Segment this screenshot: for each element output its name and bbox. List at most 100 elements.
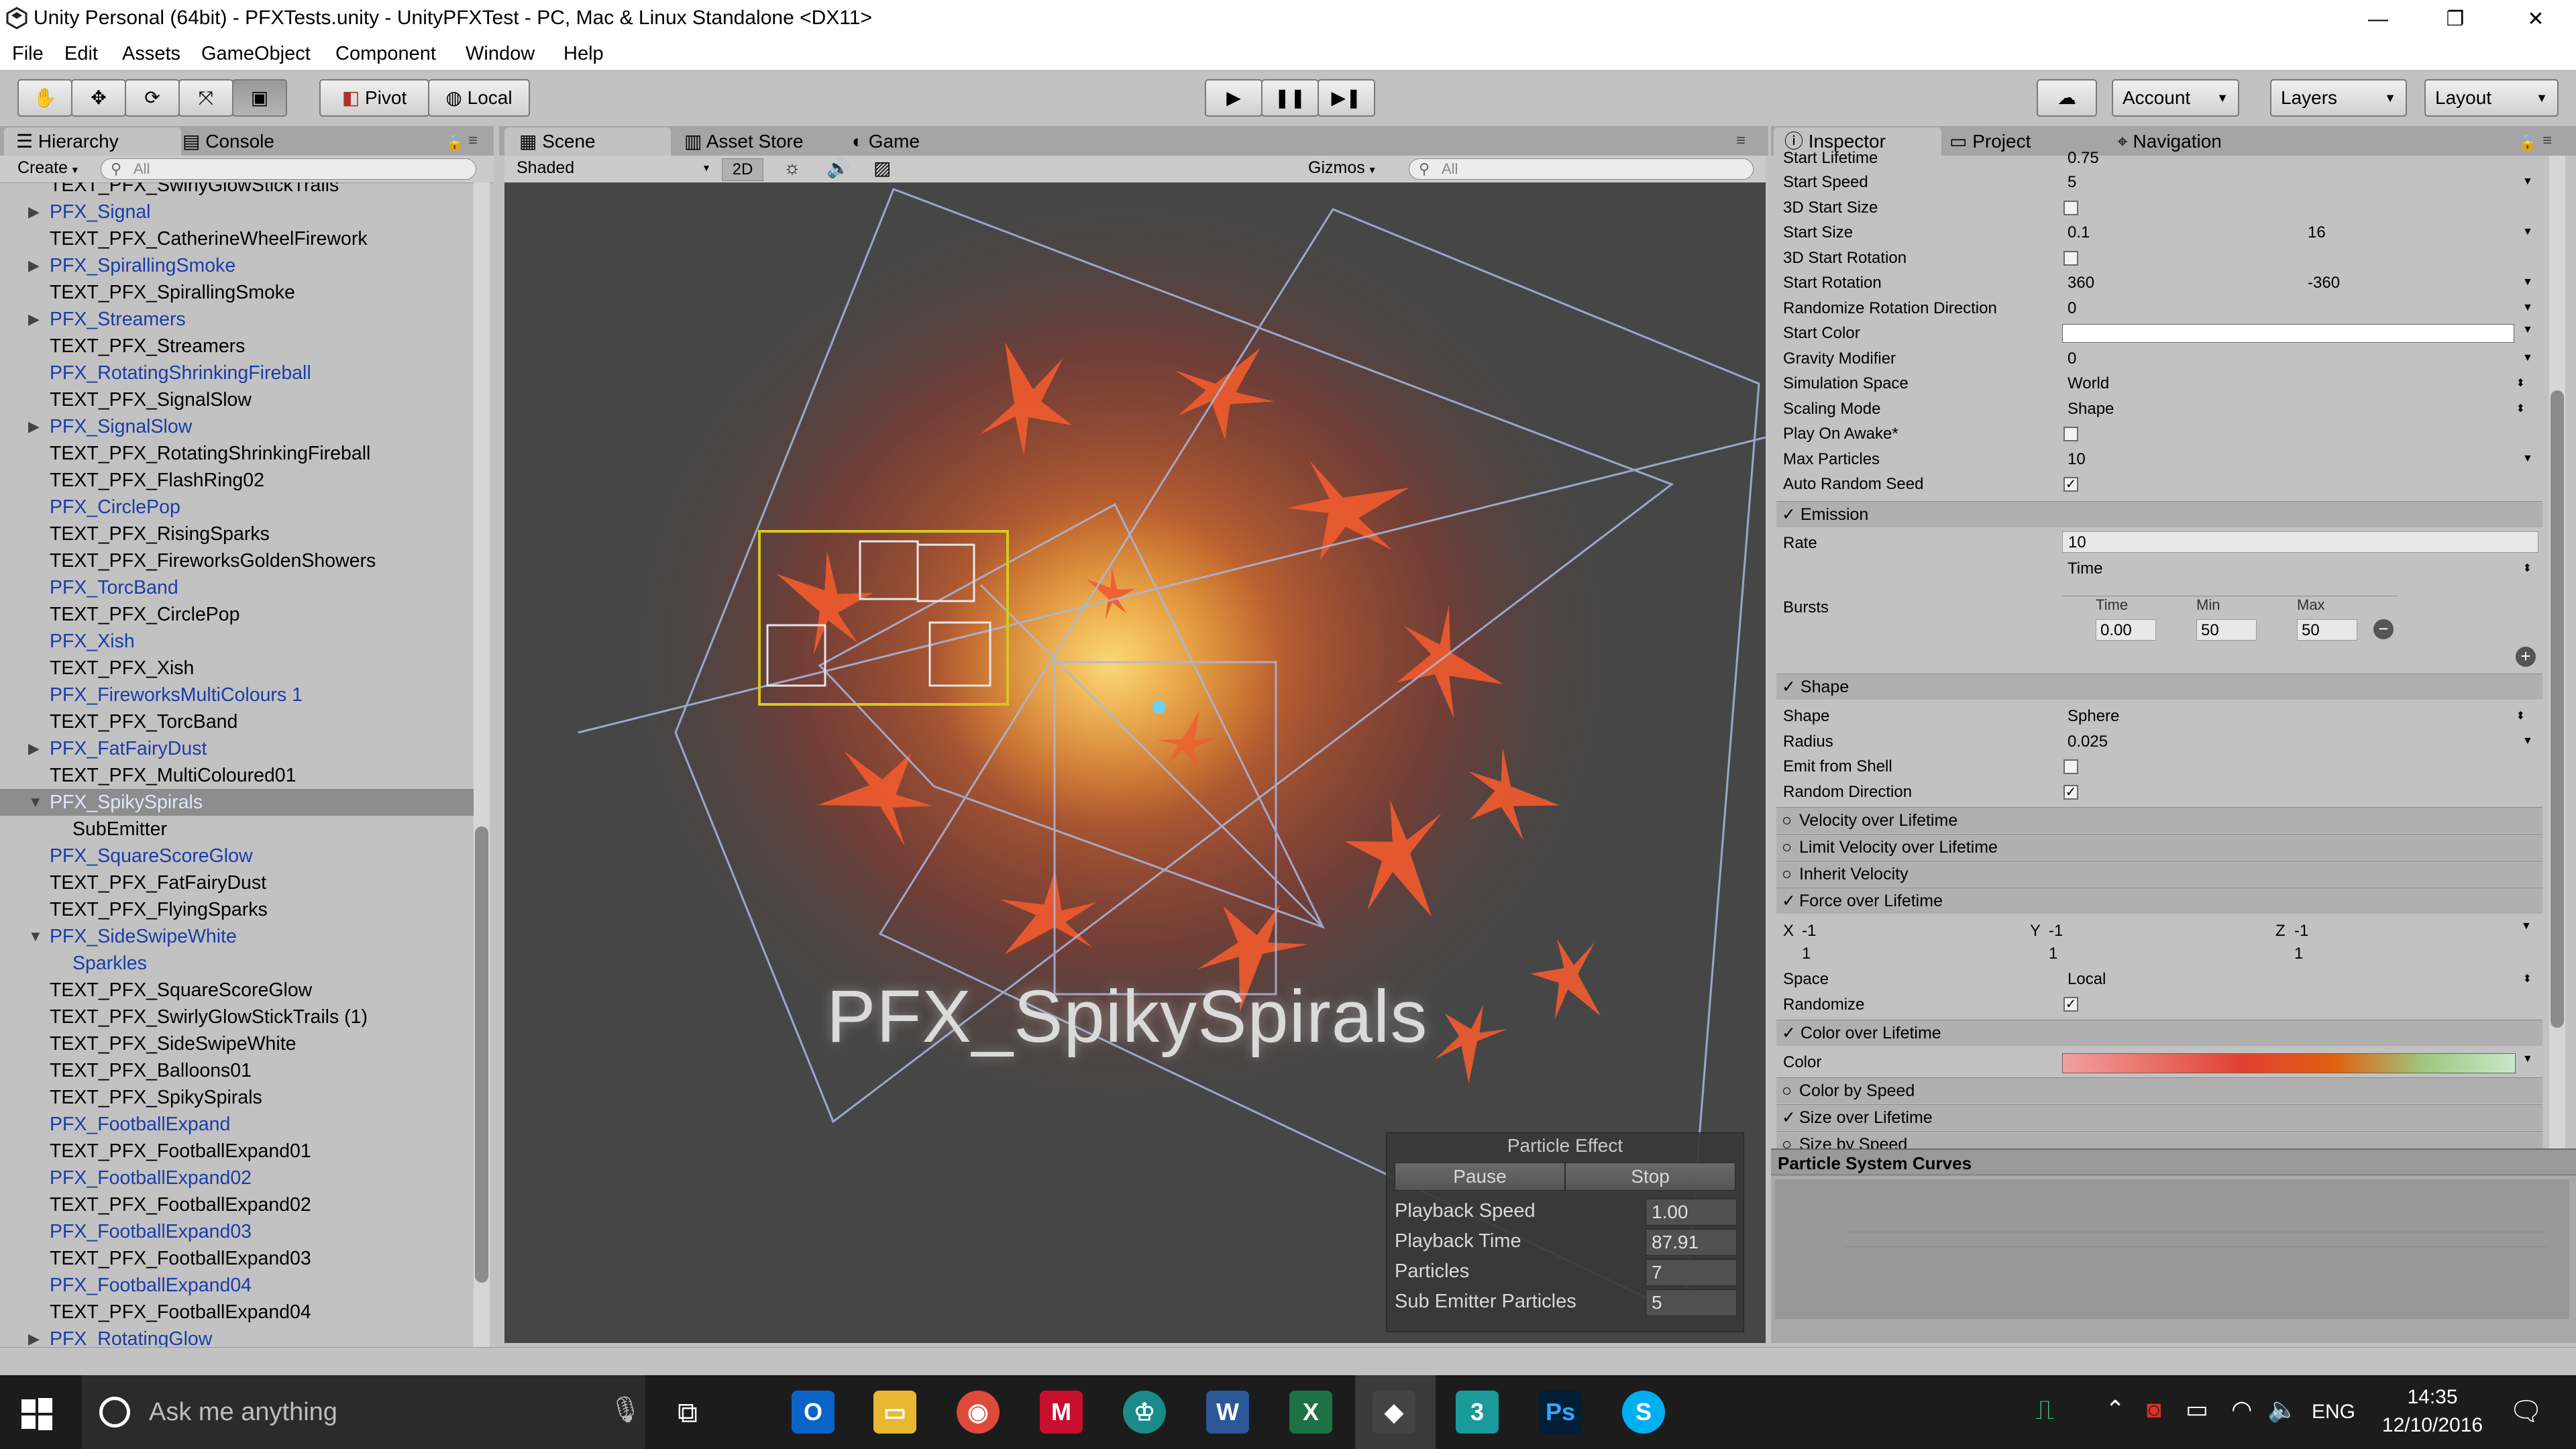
tree-item[interactable]: TEXT_PFX_Balloons01	[0, 1057, 474, 1084]
create-dropdown[interactable]: Create ▼	[17, 158, 80, 178]
tree-item[interactable]: Sparkles	[0, 950, 474, 977]
chrome-icon[interactable]: ◉	[957, 1391, 1000, 1434]
tree-item[interactable]: TEXT_PFX_FlyingSparks	[0, 896, 474, 923]
collapse-arrow-icon[interactable]: ▶	[28, 199, 40, 225]
inspector-scrollbar[interactable]	[2549, 156, 2565, 1148]
tree-item[interactable]: TEXT_PFX_SquareScoreGlow	[0, 977, 474, 1004]
tree-item[interactable]: ▶ PFX_FatFairyDust	[0, 735, 474, 762]
audio-toggle-icon[interactable]: 🔊	[826, 157, 850, 179]
tree-item[interactable]: ▶ PFX_Signal	[0, 199, 474, 225]
excel-icon[interactable]: X	[1289, 1391, 1332, 1434]
task-view-icon[interactable]: ⧉	[678, 1397, 698, 1430]
tree-item[interactable]: PFX_TorcBand	[0, 574, 474, 601]
restore-button[interactable]: ❐	[2418, 0, 2492, 39]
tree-item[interactable]: PFX_Xish	[0, 628, 474, 655]
tree-item[interactable]: TEXT_PFX_MultiColoured01	[0, 762, 474, 789]
add-burst-icon[interactable]: +	[2516, 647, 2536, 667]
force-z-min[interactable]: -1	[2294, 920, 2308, 942]
collapse-arrow-icon[interactable]: ▶	[28, 306, 40, 333]
file-explorer-icon[interactable]: ▭	[873, 1391, 916, 1434]
expand-arrow-icon[interactable]: ▼	[28, 923, 43, 950]
outlook-icon[interactable]: O	[792, 1391, 835, 1434]
tree-item[interactable]: PFX_CirclePop	[0, 494, 474, 521]
effect-row-value[interactable]: 1.00	[1646, 1199, 1737, 1226]
pause-effect-button[interactable]: Pause	[1395, 1163, 1565, 1191]
tree-item[interactable]: TEXT_PFX_SpirallingSmoke	[0, 279, 474, 306]
randomize-checkbox[interactable]: ✓	[2063, 997, 2078, 1012]
stop-effect-button[interactable]: Stop	[1565, 1163, 1735, 1191]
hierarchy-scrollbar[interactable]	[474, 182, 490, 1347]
tree-item[interactable]: TEXT_PFX_SpikySpirals	[0, 1084, 474, 1111]
menu-edit[interactable]: Edit	[64, 43, 98, 65]
burst-time-field[interactable]: 0.00	[2096, 619, 2156, 641]
clock-date[interactable]: 12/10/2016	[2365, 1414, 2500, 1437]
module-header[interactable]: ○ Color by Speed	[1776, 1077, 2542, 1104]
layers-dropdown[interactable]: Layers ▼	[2270, 79, 2407, 117]
dropdown-arrow-icon[interactable]: ▼	[2522, 735, 2533, 747]
prop-value-field[interactable]: Sphere ⬍	[2068, 706, 2530, 727]
tab-game[interactable]: ◐ Game	[852, 127, 986, 156]
effect-row-value[interactable]: 5	[1646, 1289, 1737, 1316]
module-header[interactable]: ○ Inherit Velocity	[1776, 861, 2542, 887]
2d-toggle[interactable]: 2D	[722, 158, 763, 181]
tree-item[interactable]: TEXT_PFX_CirclePop	[0, 601, 474, 628]
tree-item[interactable]: PFX_FootballExpand04	[0, 1272, 474, 1299]
module-header-shape[interactable]: ✓ Shape	[1776, 674, 2542, 700]
rate-mode-dropdown[interactable]: Time ⬍	[2068, 558, 2537, 580]
effect-row-value[interactable]: 87.91	[1646, 1229, 1737, 1256]
force-space-dropdown[interactable]: Local ⬍	[2068, 969, 2537, 990]
menu-file[interactable]: File	[12, 43, 44, 65]
tree-item[interactable]: TEXT_PFX_SwirlyGlowStickTrails (1)	[0, 1004, 474, 1030]
tree-item[interactable]: TEXT_PFX_SignalSlow	[0, 386, 474, 413]
scrollbar-thumb[interactable]	[2551, 390, 2564, 1028]
expand-arrow-icon[interactable]: ▼	[28, 789, 43, 816]
particle-pivot-handle[interactable]	[1152, 700, 1166, 714]
play-button[interactable]: ▶	[1205, 79, 1263, 117]
action-center-icon[interactable]: 🗨	[2509, 1395, 2543, 1427]
menu-assets[interactable]: Assets	[122, 43, 180, 65]
language-indicator[interactable]: ENG	[2312, 1401, 2355, 1424]
tree-item[interactable]: TEXT_PFX_CatherineWheelFirework	[0, 225, 474, 252]
module-header[interactable]: ✓ Force over Lifetime	[1776, 888, 2542, 914]
prop-value-field-2[interactable]: 16	[2308, 222, 2509, 244]
tree-item[interactable]: ▶ PFX_SignalSlow	[0, 413, 474, 440]
effects-toggle-icon[interactable]: ▨	[873, 157, 891, 179]
dropdown-arrow-icon[interactable]: ▼	[2522, 1053, 2533, 1065]
prop-value-field-2[interactable]: -360	[2308, 272, 2509, 294]
prop-value-field[interactable]: 0	[2068, 348, 2530, 370]
tree-item[interactable]: TEXT_PFX_FootballExpand03	[0, 1245, 474, 1272]
tree-item[interactable]: ▼ PFX_SideSwipeWhite	[0, 923, 474, 950]
module-header[interactable]: ○ Velocity over Lifetime	[1776, 807, 2542, 833]
tree-item[interactable]: TEXT_PFX_SideSwipeWhite	[0, 1030, 474, 1057]
panel-menu-icon[interactable]: ≡	[468, 131, 478, 150]
pivot-toggle[interactable]: ◧ Pivot	[319, 79, 429, 117]
tab-asset-store[interactable]: ▥ Asset Store	[684, 127, 845, 156]
gizmos-dropdown[interactable]: Gizmos ▼	[1308, 158, 1377, 178]
remove-burst-icon[interactable]: −	[2373, 619, 2394, 639]
lighting-toggle-icon[interactable]: ☼	[784, 157, 801, 178]
dropdown-arrow-icon[interactable]: ▼	[2522, 324, 2533, 336]
tree-item[interactable]: TEXT_PFX_FootballExpand04	[0, 1299, 474, 1326]
hand-tool-button[interactable]: ✋	[17, 79, 72, 117]
prop-value-field[interactable]: Shape ⬍	[2068, 398, 2530, 420]
tree-item[interactable]: PFX_FootballExpand02	[0, 1165, 474, 1191]
microphone-icon[interactable]: 🎙	[609, 1395, 641, 1425]
word-icon[interactable]: W	[1206, 1391, 1249, 1434]
tree-item[interactable]: PFX_RotatingShrinkingFireball	[0, 360, 474, 386]
close-button[interactable]: ✕	[2499, 0, 2573, 39]
prop-checkbox[interactable]: ✓	[2063, 784, 2078, 800]
tree-item[interactable]: TEXT_PFX_RotatingShrinkingFireball	[0, 440, 474, 467]
dropdown-arrow-icon[interactable]: ▼	[2521, 920, 2532, 932]
collapse-arrow-icon[interactable]: ▶	[28, 1326, 40, 1347]
tree-item-cut[interactable]: TEXT_PFX_SwirlyGlowStickTrails	[0, 182, 474, 199]
prop-checkbox[interactable]	[2063, 759, 2078, 774]
tree-item[interactable]: ▶ PFX_SpirallingSmoke	[0, 252, 474, 279]
prop-value-field[interactable]: 0.1	[2068, 222, 2269, 244]
prop-value-field[interactable]: World ⬍	[2068, 373, 2530, 394]
clock-time[interactable]: 14:35	[2379, 1386, 2486, 1409]
minimize-button[interactable]: —	[2341, 0, 2415, 39]
unity-icon[interactable]: ◆	[1373, 1391, 1415, 1434]
scrollbar-thumb[interactable]	[475, 826, 488, 1283]
force-x-min[interactable]: -1	[1802, 920, 1816, 942]
cortana-search-box[interactable]: Ask me anything 🎙	[82, 1375, 645, 1449]
